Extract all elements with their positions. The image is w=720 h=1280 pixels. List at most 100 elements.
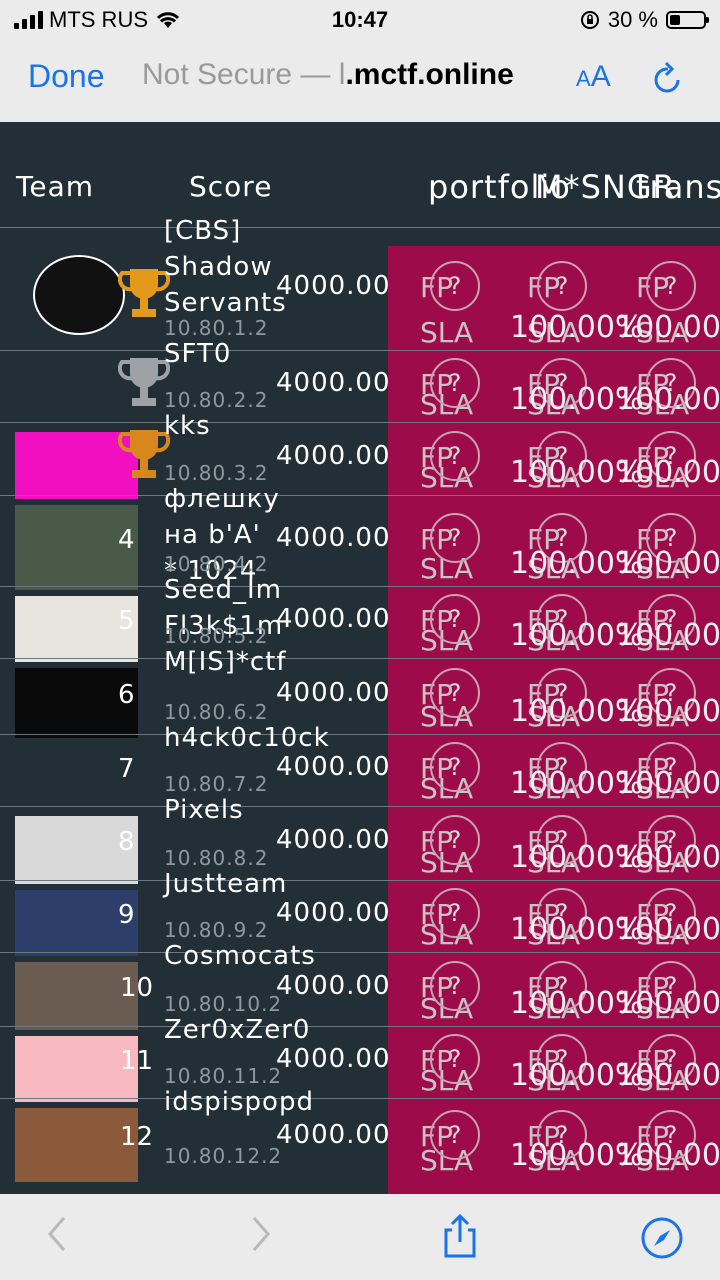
sla-label: SLA	[420, 316, 474, 349]
service-status-icon[interactable]: ?	[430, 512, 480, 563]
service-status-icon[interactable]: ?	[430, 1110, 480, 1160]
team-score: 4000.00	[276, 270, 391, 301]
battery-percent: 30 %	[607, 7, 658, 32]
team-rank: 8	[118, 827, 135, 857]
service-status-icon[interactable]: ?	[430, 961, 480, 1011]
done-button[interactable]: Done	[28, 58, 105, 95]
team-rank: 12	[120, 1122, 154, 1152]
team-row[interactable]: 6 M[IS]*ctf 10.80.6.2 4000.00 SLA FP? SLA FP? SL…	[0, 647, 720, 738]
team-rank: 7	[118, 754, 135, 784]
team-ip: 10.80.12.2	[164, 1144, 283, 1168]
team-row[interactable]: 7 h4ck0c10ck 10.80.7.2 4000.00 SLA FP? SLA FP? S…	[0, 723, 720, 810]
team-row[interactable]: 8 Pixels 10.80.8.2 4000.00 SLA FP? SLA FP? SLA FP…	[0, 795, 720, 884]
share-icon[interactable]	[440, 1212, 480, 1260]
domain-label: .mctf.online	[345, 58, 514, 91]
status-bar: MTS RUS 10:47 30 %	[0, 0, 720, 42]
sla-percent: 100.00%	[616, 986, 720, 1021]
service-status-icon[interactable]: ?	[430, 358, 480, 408]
service-status-icon[interactable]: ?	[430, 430, 480, 481]
team-name[interactable]: h4ck0c10ck	[164, 720, 330, 756]
team-score: 4000.00	[276, 678, 391, 708]
team-name[interactable]: idspispopd	[164, 1084, 314, 1120]
row-divider	[0, 350, 720, 351]
team-score: 4000.00	[276, 971, 391, 1001]
team-row[interactable]: kks 10.80.3.2 4000.00 SLA FP? SLA FP? SLA FP? 100…	[0, 411, 720, 499]
orientation-lock-icon	[580, 11, 599, 29]
service-status-icon[interactable]: ?	[430, 260, 480, 311]
team-name[interactable]: Pixels	[164, 792, 244, 828]
team-name[interactable]: [CBS] Shadow Servants	[164, 213, 287, 321]
row-divider	[0, 952, 720, 953]
team-rank: 4	[118, 524, 135, 555]
team-row[interactable]: 9 Justteam 10.80.9.2 4000.00 SLA FP? SLA FP? SLA…	[0, 869, 720, 956]
team-name[interactable]: Justteam	[164, 866, 287, 902]
shadow-servants-logo	[33, 255, 125, 335]
team-row[interactable]: 10 Cosmocats 10.80.10.2 4000.00 SLA FP? SLA FP?…	[0, 941, 720, 1030]
service-header-trans: trans	[636, 168, 720, 206]
service-status-icon[interactable]: ?	[537, 260, 587, 311]
score-column-header: Score	[189, 170, 273, 203]
browser-toolbar	[0, 1194, 720, 1280]
row-divider	[0, 1098, 720, 1099]
row-divider	[0, 806, 720, 807]
team-rank: 11	[120, 1046, 154, 1076]
row-divider	[0, 658, 720, 659]
text-size-button[interactable]: AA	[576, 60, 611, 94]
team-name[interactable]: M[IS]*ctf	[164, 644, 287, 680]
row-divider	[0, 227, 720, 228]
sla-percent: 100.00%	[616, 912, 720, 947]
sla-percent: 100.00%	[616, 455, 720, 490]
row-divider	[0, 1026, 720, 1027]
team-score: 4000.00	[276, 604, 391, 634]
team-score: 4000.00	[276, 522, 391, 553]
team-name[interactable]: kks	[164, 408, 211, 444]
service-status-icon[interactable]: ?	[430, 594, 480, 644]
sla-percent: 100.00%	[616, 310, 720, 345]
sla-percent: 100.00%	[616, 694, 720, 729]
team-row[interactable]: SFT0 10.80.2.2 4000.00 SLA FP? SLA FP? SLA FP? 10…	[0, 339, 720, 422]
team-rank: 9	[118, 900, 135, 930]
team-score: 4000.00	[276, 898, 391, 928]
forward-icon[interactable]	[246, 1212, 276, 1256]
team-rank: 10	[120, 973, 154, 1003]
team-score: 4000.00	[276, 825, 391, 855]
row-divider	[0, 586, 720, 587]
service-status-icon[interactable]: ?	[646, 260, 696, 311]
sla-percent: 100.00%	[616, 618, 720, 653]
team-score: 4000.00	[276, 752, 391, 782]
team-row[interactable]: 5 Seed_Im Fl3k$1m 10.80.5.2 4000.00 SLA FP? SL…	[0, 575, 720, 662]
back-icon[interactable]	[42, 1212, 72, 1256]
row-divider	[0, 495, 720, 496]
team-row[interactable]: [CBS] Shadow Servants 10.80.1.2 4000.00 SLA…	[0, 216, 720, 350]
team-name[interactable]: Zer0xZer0	[164, 1012, 310, 1048]
sla-percent: 100.00%	[616, 840, 720, 875]
team-row[interactable]: 12 idspispopd 10.80.12.2 4000.00 SLA FP? SLA FP…	[0, 1087, 720, 1182]
compass-icon[interactable]	[640, 1216, 684, 1260]
sla-percent: 100.00%	[616, 1058, 720, 1093]
service-status-icon[interactable]: ?	[430, 815, 480, 865]
team-score: 4000.00	[276, 368, 391, 398]
sla-percent: 100.00%	[616, 546, 720, 581]
row-divider	[0, 880, 720, 881]
trophy-gold-icon	[118, 269, 170, 317]
battery-icon	[666, 11, 709, 29]
service-status-icon[interactable]: ?	[430, 668, 480, 718]
team-name[interactable]: SFT0	[164, 336, 231, 372]
team-score: 4000.00	[276, 440, 391, 471]
team-score: 4000.00	[276, 1120, 391, 1150]
trophy-silver-icon	[118, 358, 170, 406]
sla-percent: 100.00%	[616, 766, 720, 801]
service-status-icon[interactable]: ?	[430, 742, 480, 792]
trophy-bronze-icon	[118, 430, 170, 478]
service-status-icon[interactable]: ?	[430, 888, 480, 938]
row-divider	[0, 422, 720, 423]
reload-icon[interactable]	[650, 58, 686, 98]
address-bar[interactable]: Not Secure — l.mctf.online	[142, 58, 514, 92]
team-rank: 5	[118, 606, 135, 636]
team-row[interactable]: 11 Zer0xZer0 10.80.11.2 4000.00 SLA FP? SLA FP?…	[0, 1015, 720, 1102]
sla-percent: 100.00%	[616, 1138, 720, 1173]
team-column-header: Team	[16, 170, 95, 203]
team-row[interactable]: 4 флешку на b'A' * 1024 10.80.4.2 4000.00 SL…	[0, 484, 720, 590]
service-status-icon[interactable]: ?	[430, 1034, 480, 1084]
team-name[interactable]: Cosmocats	[164, 938, 316, 974]
